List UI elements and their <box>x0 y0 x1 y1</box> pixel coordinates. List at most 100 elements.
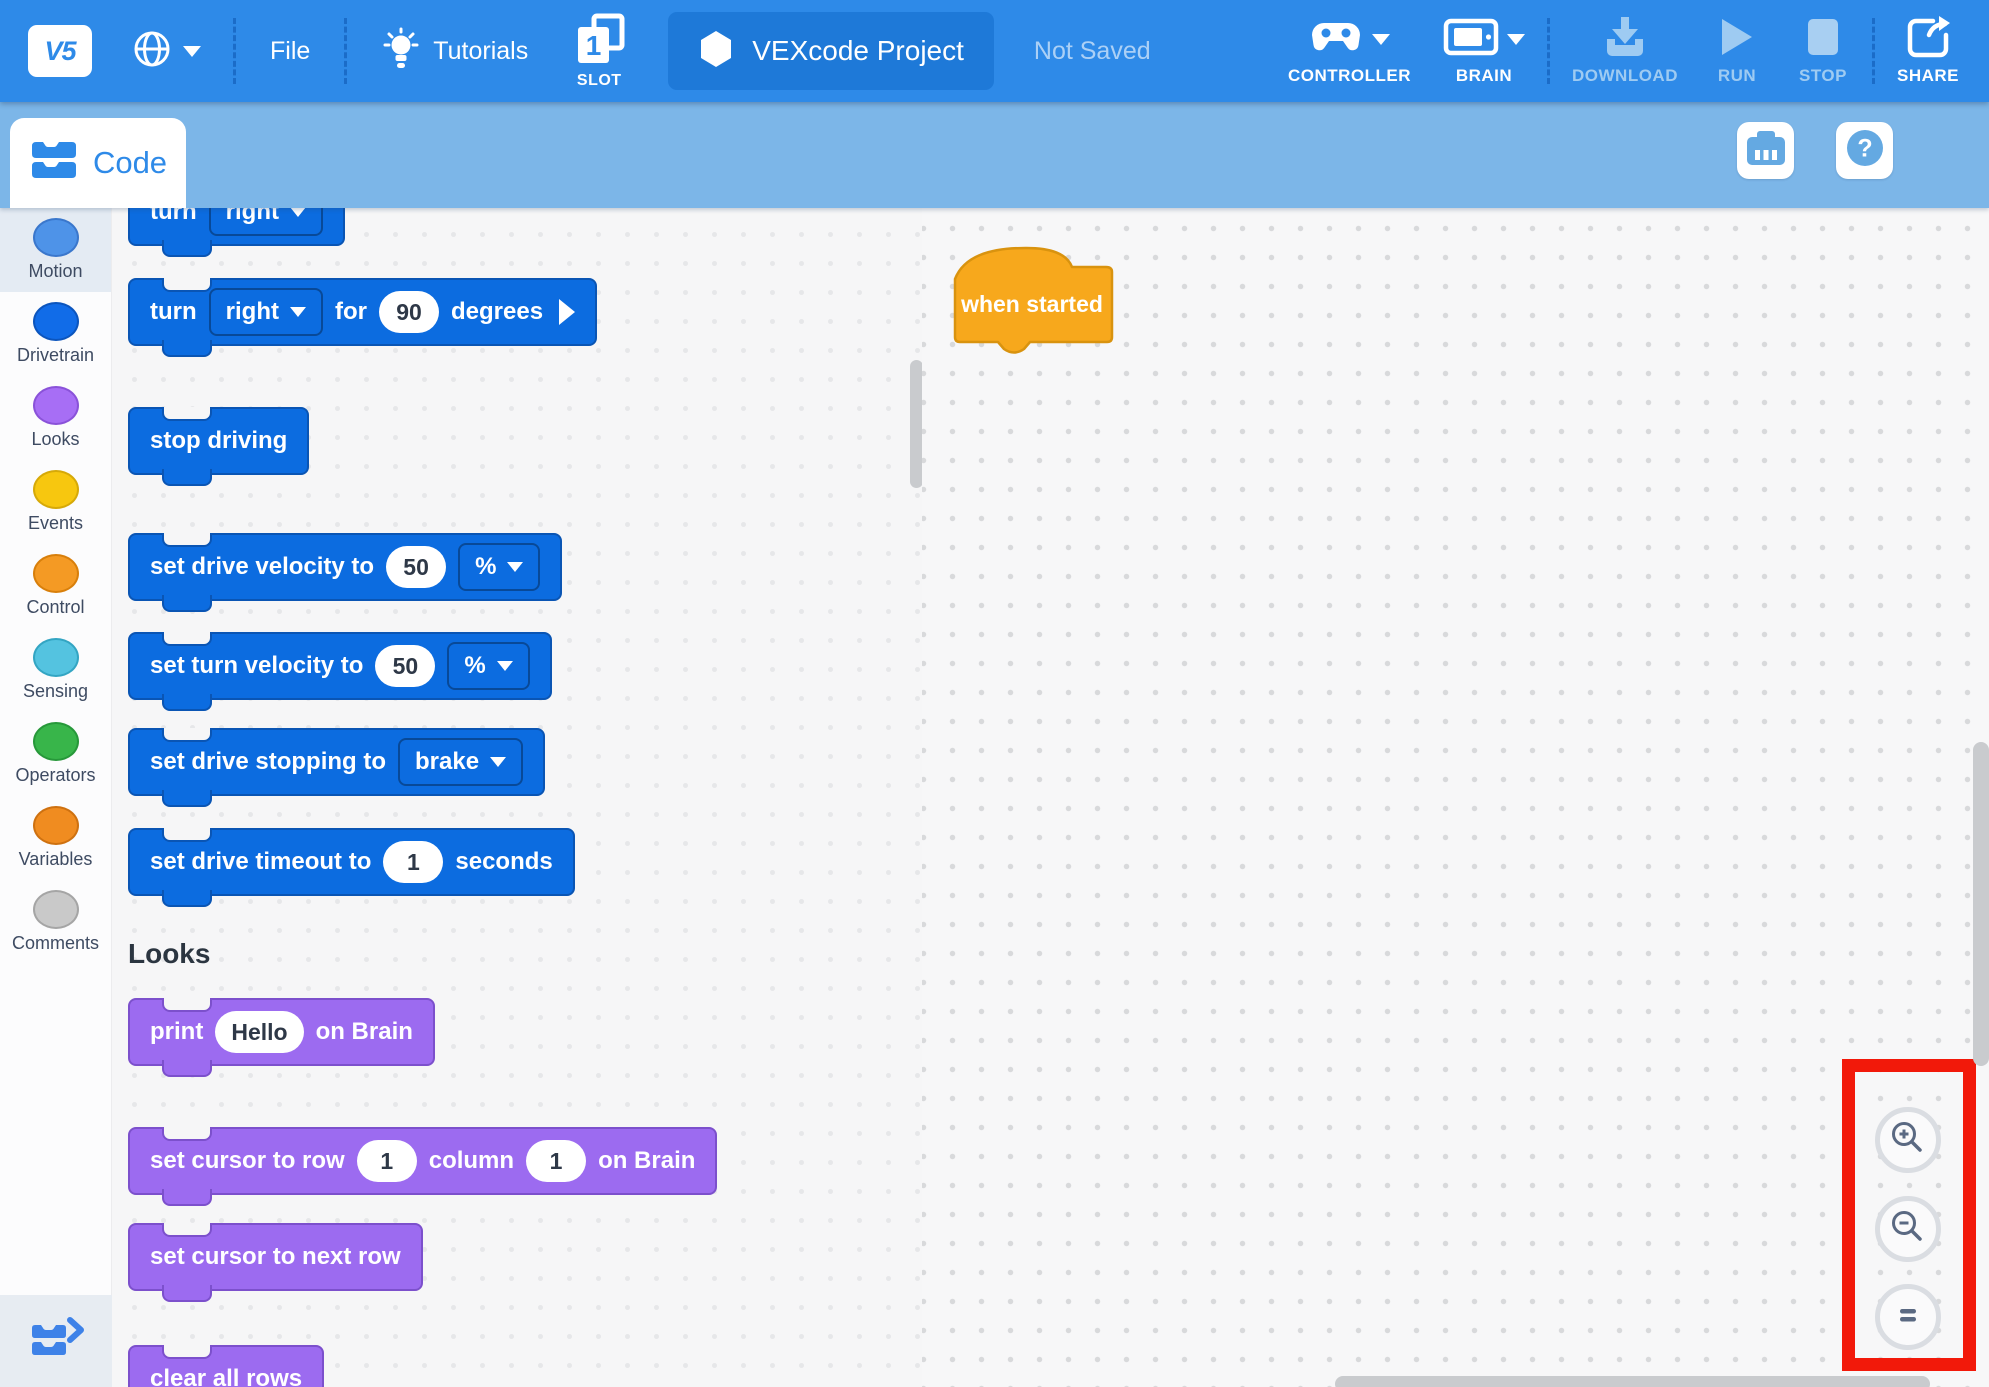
brain-label: BRAIN <box>1456 66 1512 86</box>
block-number-input[interactable]: 1 <box>383 841 443 883</box>
block-label: set cursor to next row <box>150 1243 401 1271</box>
chevron-down-icon <box>290 307 306 317</box>
block-dropdown[interactable]: % <box>458 543 540 591</box>
block-label: set cursor to row <box>150 1147 345 1175</box>
block-label: turn <box>150 298 197 326</box>
chevron-down-icon <box>490 757 506 767</box>
tutorials-button[interactable]: Tutorials <box>353 26 554 77</box>
block-number-input[interactable]: 50 <box>375 645 435 687</box>
workspace-canvas[interactable]: when started <box>922 208 1989 1387</box>
chevron-down-icon <box>497 661 513 671</box>
block-dropdown[interactable]: right <box>209 208 323 236</box>
block-number-input[interactable]: 90 <box>379 291 439 333</box>
expand-arrow-icon[interactable] <box>559 299 575 325</box>
palette-scrollbar[interactable] <box>910 360 922 488</box>
sidebar-item-drivetrain[interactable]: Drivetrain <box>0 292 111 376</box>
dropdown-value: % <box>464 652 485 680</box>
run-button: RUN <box>1694 17 1780 86</box>
sidebar-item-operators[interactable]: Operators <box>0 712 111 796</box>
turn-for-degrees-block[interactable]: turnrightfor90degrees <box>128 278 597 346</box>
block-number-input[interactable]: 1 <box>357 1140 417 1182</box>
sidebar-item-label: Operators <box>15 765 95 786</box>
block-label: degrees <box>451 298 543 326</box>
when-started-label: when started <box>952 271 1112 337</box>
when-started-block[interactable]: when started <box>952 245 1122 361</box>
gamepad-icon <box>1308 19 1364 60</box>
share-icon <box>1905 15 1951 64</box>
horizontal-scrollbar[interactable] <box>1335 1376 1930 1387</box>
vex-logo-text: V5 <box>44 36 75 67</box>
print-on-brain-block[interactable]: print Hello on Brain <box>128 998 435 1066</box>
sidebar-item-variables[interactable]: Variables <box>0 796 111 880</box>
block-dropdown[interactable]: right <box>209 288 323 336</box>
block-text-input[interactable]: Hello <box>215 1011 303 1053</box>
top-bar: V5 File Tutorials 1 SLOT VEXcode Project… <box>0 0 1989 102</box>
turn-block[interactable]: turn right <box>128 208 345 246</box>
sidebar-item-motion[interactable]: Motion <box>0 208 111 292</box>
block-label: seconds <box>455 848 552 876</box>
block-dropdown[interactable]: % <box>447 642 529 690</box>
set-cursor-row-col-block[interactable]: set cursor to row1column1on Brain <box>128 1127 717 1195</box>
chevron-down-icon <box>1507 34 1525 45</box>
download-button: DOWNLOAD <box>1556 17 1694 86</box>
block-label: stop driving <box>150 427 287 455</box>
chevron-down-icon <box>183 46 201 57</box>
file-menu[interactable]: File <box>242 37 338 66</box>
category-sidebar: Motion DrivetrainLooks Events ControlSensin… <box>0 208 112 1387</box>
set-cursor-next-row-block[interactable]: set cursor to next row <box>128 1223 423 1291</box>
control-category-icon <box>33 554 79 593</box>
vex-logo[interactable]: V5 <box>28 25 92 77</box>
sidebar-item-comments[interactable]: Comments <box>0 880 111 964</box>
set-turn-velocity-block[interactable]: set turn velocity to50% <box>128 632 552 700</box>
topbar-actions: CONTROLLERBRAINDOWNLOADRUNSTOPSHARE <box>1272 17 1975 86</box>
slot-selector[interactable]: 1 SLOT <box>570 13 628 90</box>
block-number-input[interactable]: 50 <box>386 546 446 588</box>
save-status: Not Saved <box>1034 37 1151 66</box>
main-area: Motion DrivetrainLooks Events ControlSensin… <box>0 208 1989 1387</box>
block-label: set drive timeout to <box>150 848 371 876</box>
sidebar-item-control[interactable]: Control <box>0 544 111 628</box>
sidebar-item-events[interactable]: Events <box>0 460 111 544</box>
sidebar-item-sensing[interactable]: Sensing <box>0 628 111 712</box>
project-title-button[interactable]: VEXcode Project <box>668 12 994 90</box>
tab-code[interactable]: Code <box>10 118 186 208</box>
events-category-icon <box>33 470 79 509</box>
help-button[interactable]: ? <box>1836 122 1893 179</box>
project-title: VEXcode Project <box>752 35 964 67</box>
block-label: print <box>150 1018 203 1046</box>
block-label: clear all rows <box>150 1365 302 1387</box>
language-selector[interactable] <box>130 27 201 76</box>
set-drive-timeout-block[interactable]: set drive timeout to 1 seconds <box>128 828 575 896</box>
block-label: set drive velocity to <box>150 553 374 581</box>
block-label: on Brain <box>316 1018 413 1046</box>
block-label: turn <box>150 208 197 226</box>
question-mark-icon: ? <box>1844 127 1886 174</box>
sidebar-item-looks[interactable]: Looks <box>0 376 111 460</box>
set-drive-stopping-block[interactable]: set drive stopping tobrake <box>128 728 545 796</box>
divider <box>233 18 236 84</box>
stop-driving-block[interactable]: stop driving <box>128 407 309 475</box>
share-button[interactable]: SHARE <box>1881 17 1975 86</box>
controller-button[interactable]: CONTROLLER <box>1272 17 1427 86</box>
brain-screen-icon <box>1443 17 1499 62</box>
collapse-palette-button[interactable] <box>0 1295 112 1387</box>
block-number-input[interactable]: 1 <box>526 1140 586 1182</box>
run-label: RUN <box>1718 66 1756 86</box>
block-label: on Brain <box>598 1147 695 1175</box>
chevron-down-icon <box>290 208 306 217</box>
divider <box>1547 18 1550 84</box>
clear-all-rows-block[interactable]: clear all rows <box>128 1345 324 1387</box>
print-console-button[interactable] <box>1737 122 1794 179</box>
sidebar-item-label: Events <box>28 513 83 534</box>
motion-category-icon <box>33 218 79 257</box>
sidebar-item-label: Motion <box>28 261 82 282</box>
block-dropdown[interactable]: brake <box>398 738 523 786</box>
tab-code-label: Code <box>93 145 167 181</box>
download-label: DOWNLOAD <box>1572 66 1678 86</box>
vertical-scrollbar[interactable] <box>1973 742 1989 1066</box>
set-drive-velocity-block[interactable]: set drive velocity to 50% <box>128 533 562 601</box>
tab-bar: Code ? <box>0 102 1989 208</box>
looks-category-icon <box>33 386 79 425</box>
brain-button[interactable]: BRAIN <box>1427 17 1541 86</box>
annotation-highlight <box>1842 1059 1976 1371</box>
